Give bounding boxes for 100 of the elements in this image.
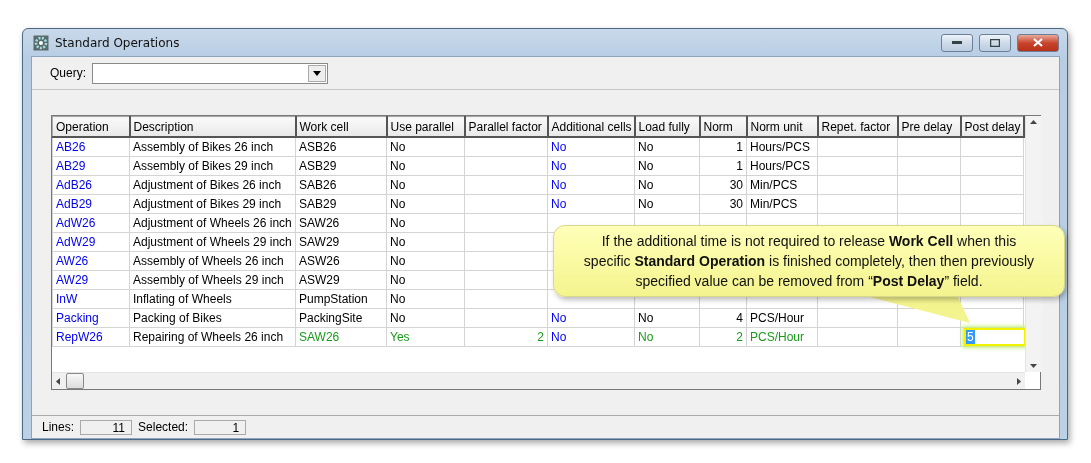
operation-cell: AB29 xyxy=(52,156,130,176)
selected-label: Selected: xyxy=(138,420,189,434)
work-cell-cell: SAW26 xyxy=(295,327,387,347)
maximize-button[interactable] xyxy=(979,33,1011,52)
description-cell: Assembly of Wheels 26 inch xyxy=(129,251,296,271)
load-fully-cell: No xyxy=(634,194,700,214)
load-fully-cell: No xyxy=(634,308,700,328)
column-header[interactable]: Additional cells xyxy=(547,116,635,137)
work-cell-cell: SAB26 xyxy=(295,175,387,195)
norm-cell: 2 xyxy=(699,327,747,347)
use-parallel-cell: No xyxy=(386,251,465,271)
operation-cell: AdW29 xyxy=(52,232,130,252)
description-cell: Adjustment of Bikes 29 inch xyxy=(129,194,296,214)
use-parallel-cell: No xyxy=(386,270,465,290)
load-fully-cell: No xyxy=(634,327,700,347)
use-parallel-cell: No xyxy=(386,232,465,252)
column-header[interactable]: Use parallel xyxy=(386,116,465,137)
use-parallel-cell: No xyxy=(386,289,465,309)
work-cell-cell: PumpStation xyxy=(295,289,387,309)
close-icon xyxy=(1033,38,1043,47)
scroll-thumb[interactable] xyxy=(66,373,84,389)
work-cell-cell: SAW29 xyxy=(295,232,387,252)
column-header[interactable]: Norm xyxy=(699,116,747,137)
operation-cell: AdB29 xyxy=(52,194,130,214)
work-cell-cell: ASB29 xyxy=(295,156,387,176)
additional-cells-cell: No xyxy=(547,327,635,347)
description-cell: Packing of Bikes xyxy=(129,308,296,328)
work-cell-cell: ASB26 xyxy=(295,137,387,157)
operation-cell: AdW26 xyxy=(52,213,130,233)
selected-count: 1 xyxy=(194,419,247,435)
additional-cells-cell: No xyxy=(547,137,635,157)
query-label: Query: xyxy=(50,66,86,80)
operation-cell: Packing xyxy=(52,308,130,328)
column-header[interactable]: Operation xyxy=(52,116,130,137)
operation-cell: AW26 xyxy=(52,251,130,271)
norm-unit-cell: PCS/Hour xyxy=(746,308,818,328)
operation-cell: AW29 xyxy=(52,270,130,290)
description-cell: Repairing of Wheels 26 inch xyxy=(129,327,296,347)
operation-cell: RepW26 xyxy=(52,327,130,347)
use-parallel-cell: No xyxy=(386,175,465,195)
description-cell: Assembly of Bikes 26 inch xyxy=(129,137,296,157)
description-cell: Adjustment of Wheels 29 inch xyxy=(129,232,296,252)
column-header[interactable]: Description xyxy=(129,116,296,137)
gear-icon xyxy=(33,34,49,51)
work-cell-cell: ASW29 xyxy=(295,270,387,290)
column-header[interactable]: Load fully xyxy=(634,116,700,137)
callout-text: If the additional time is not required to release Work Cell when this specific Standard Operation is finished completely, then then previously specified value can be removed from “Post Delay” field. xyxy=(582,232,1036,291)
norm-unit-cell: Min/PCS xyxy=(746,194,818,214)
scroll-down-icon[interactable] xyxy=(1030,364,1037,368)
use-parallel-cell: Yes xyxy=(386,327,465,347)
norm-cell: 1 xyxy=(699,156,747,176)
column-header[interactable]: Post delay xyxy=(960,116,1024,137)
description-cell: Adjustment of Wheels 26 inch xyxy=(129,213,296,233)
description-cell: Adjustment of Bikes 26 inch xyxy=(129,175,296,195)
description-cell: Assembly of Wheels 29 inch xyxy=(129,270,296,290)
parallel-factor-cell: 2 xyxy=(464,327,548,347)
additional-cells-cell: No xyxy=(547,156,635,176)
operation-cell: AB26 xyxy=(52,137,130,157)
load-fully-cell: No xyxy=(634,175,700,195)
description-cell: Assembly of Bikes 29 inch xyxy=(129,156,296,176)
lines-count: 11 xyxy=(80,419,133,435)
scroll-right-icon[interactable] xyxy=(1016,377,1021,385)
column-header[interactable]: Norm unit xyxy=(746,116,818,137)
operation-cell: AdB26 xyxy=(52,175,130,195)
scroll-left-icon[interactable] xyxy=(56,377,60,385)
norm-unit-cell: Hours/PCS xyxy=(746,137,818,157)
norm-unit-cell: PCS/Hour xyxy=(746,327,818,347)
load-fully-cell: No xyxy=(634,137,700,157)
column-header[interactable]: Parallel factor xyxy=(464,116,548,137)
caret-icon xyxy=(313,70,321,76)
close-button[interactable] xyxy=(1017,33,1059,52)
work-cell-cell: SAB29 xyxy=(295,194,387,214)
norm-unit-cell: Hours/PCS xyxy=(746,156,818,176)
description-cell: Inflating of Wheels xyxy=(129,289,296,309)
maximize-icon xyxy=(990,38,1000,47)
window-title: Standard Operations xyxy=(55,35,181,50)
norm-cell: 1 xyxy=(699,137,747,157)
norm-unit-cell: Min/PCS xyxy=(746,175,818,195)
norm-cell: 30 xyxy=(699,194,747,214)
operation-cell: InW xyxy=(52,289,130,309)
load-fully-cell: No xyxy=(634,156,700,176)
use-parallel-cell: No xyxy=(386,213,465,233)
additional-cells-cell: No xyxy=(547,194,635,214)
work-cell-cell: SAW26 xyxy=(295,213,387,233)
column-header[interactable]: Repet. factor xyxy=(817,116,898,137)
minimize-icon xyxy=(952,40,962,45)
use-parallel-cell: No xyxy=(386,156,465,176)
use-parallel-cell: No xyxy=(386,194,465,214)
use-parallel-cell: No xyxy=(386,308,465,328)
dropdown-button[interactable] xyxy=(308,64,326,82)
additional-cells-cell: No xyxy=(547,308,635,328)
norm-cell: 30 xyxy=(699,175,747,195)
column-header[interactable]: Work cell xyxy=(295,116,387,137)
scroll-up-icon[interactable] xyxy=(1030,120,1037,124)
norm-cell: 4 xyxy=(699,308,747,328)
additional-cells-cell: No xyxy=(547,175,635,195)
lines-label: Lines: xyxy=(42,420,75,434)
minimize-button[interactable] xyxy=(941,33,973,52)
use-parallel-cell: No xyxy=(386,137,465,157)
column-header[interactable]: Pre delay xyxy=(897,116,961,137)
